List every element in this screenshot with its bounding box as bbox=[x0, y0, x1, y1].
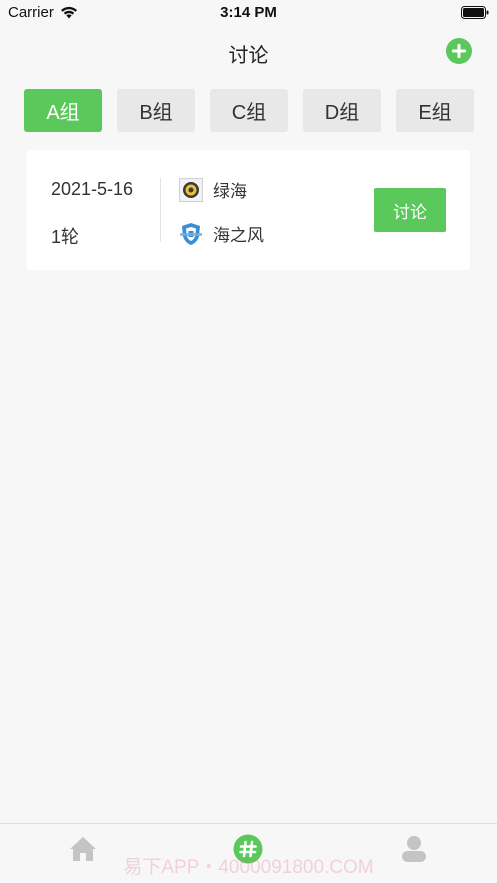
team-shield-icon bbox=[180, 222, 202, 245]
home-icon[interactable] bbox=[68, 834, 98, 864]
battery-icon bbox=[461, 6, 489, 19]
away-team-name: 海之风 bbox=[213, 226, 264, 245]
plus-circle-icon[interactable] bbox=[446, 38, 472, 64]
nav-bar: 讨论 bbox=[0, 26, 497, 76]
match-card: 2021-5-16 1轮 绿海 海之风 讨论 bbox=[27, 150, 470, 270]
page-title: 讨论 bbox=[228, 45, 269, 67]
tab-group-b[interactable]: B组 bbox=[117, 89, 195, 132]
away-team: 海之风 bbox=[179, 221, 264, 246]
discuss-button[interactable]: 讨论 bbox=[374, 188, 446, 232]
home-team: 绿海 bbox=[179, 177, 247, 202]
hashtag-icon[interactable] bbox=[233, 834, 263, 864]
tab-group-a[interactable]: A组 bbox=[24, 89, 102, 132]
tab-group-d[interactable]: D组 bbox=[303, 89, 381, 132]
group-tabs: A组 B组 C组 D组 E组 bbox=[24, 89, 474, 132]
tab-group-e[interactable]: E组 bbox=[396, 89, 474, 132]
user-icon[interactable] bbox=[399, 834, 429, 864]
match-date: 2021-5-16 bbox=[51, 179, 134, 199]
tab-group-c[interactable]: C组 bbox=[210, 89, 288, 132]
bottom-tab-bar: 易下APP・4000091800.COM bbox=[0, 823, 497, 883]
team-badge-icon bbox=[179, 177, 203, 202]
card-divider bbox=[160, 178, 161, 242]
match-round: 1轮 bbox=[51, 227, 80, 247]
status-bar: Carrier 3:14 PM bbox=[0, 0, 497, 26]
status-time: 3:14 PM bbox=[220, 4, 277, 21]
home-team-name: 绿海 bbox=[213, 182, 247, 201]
